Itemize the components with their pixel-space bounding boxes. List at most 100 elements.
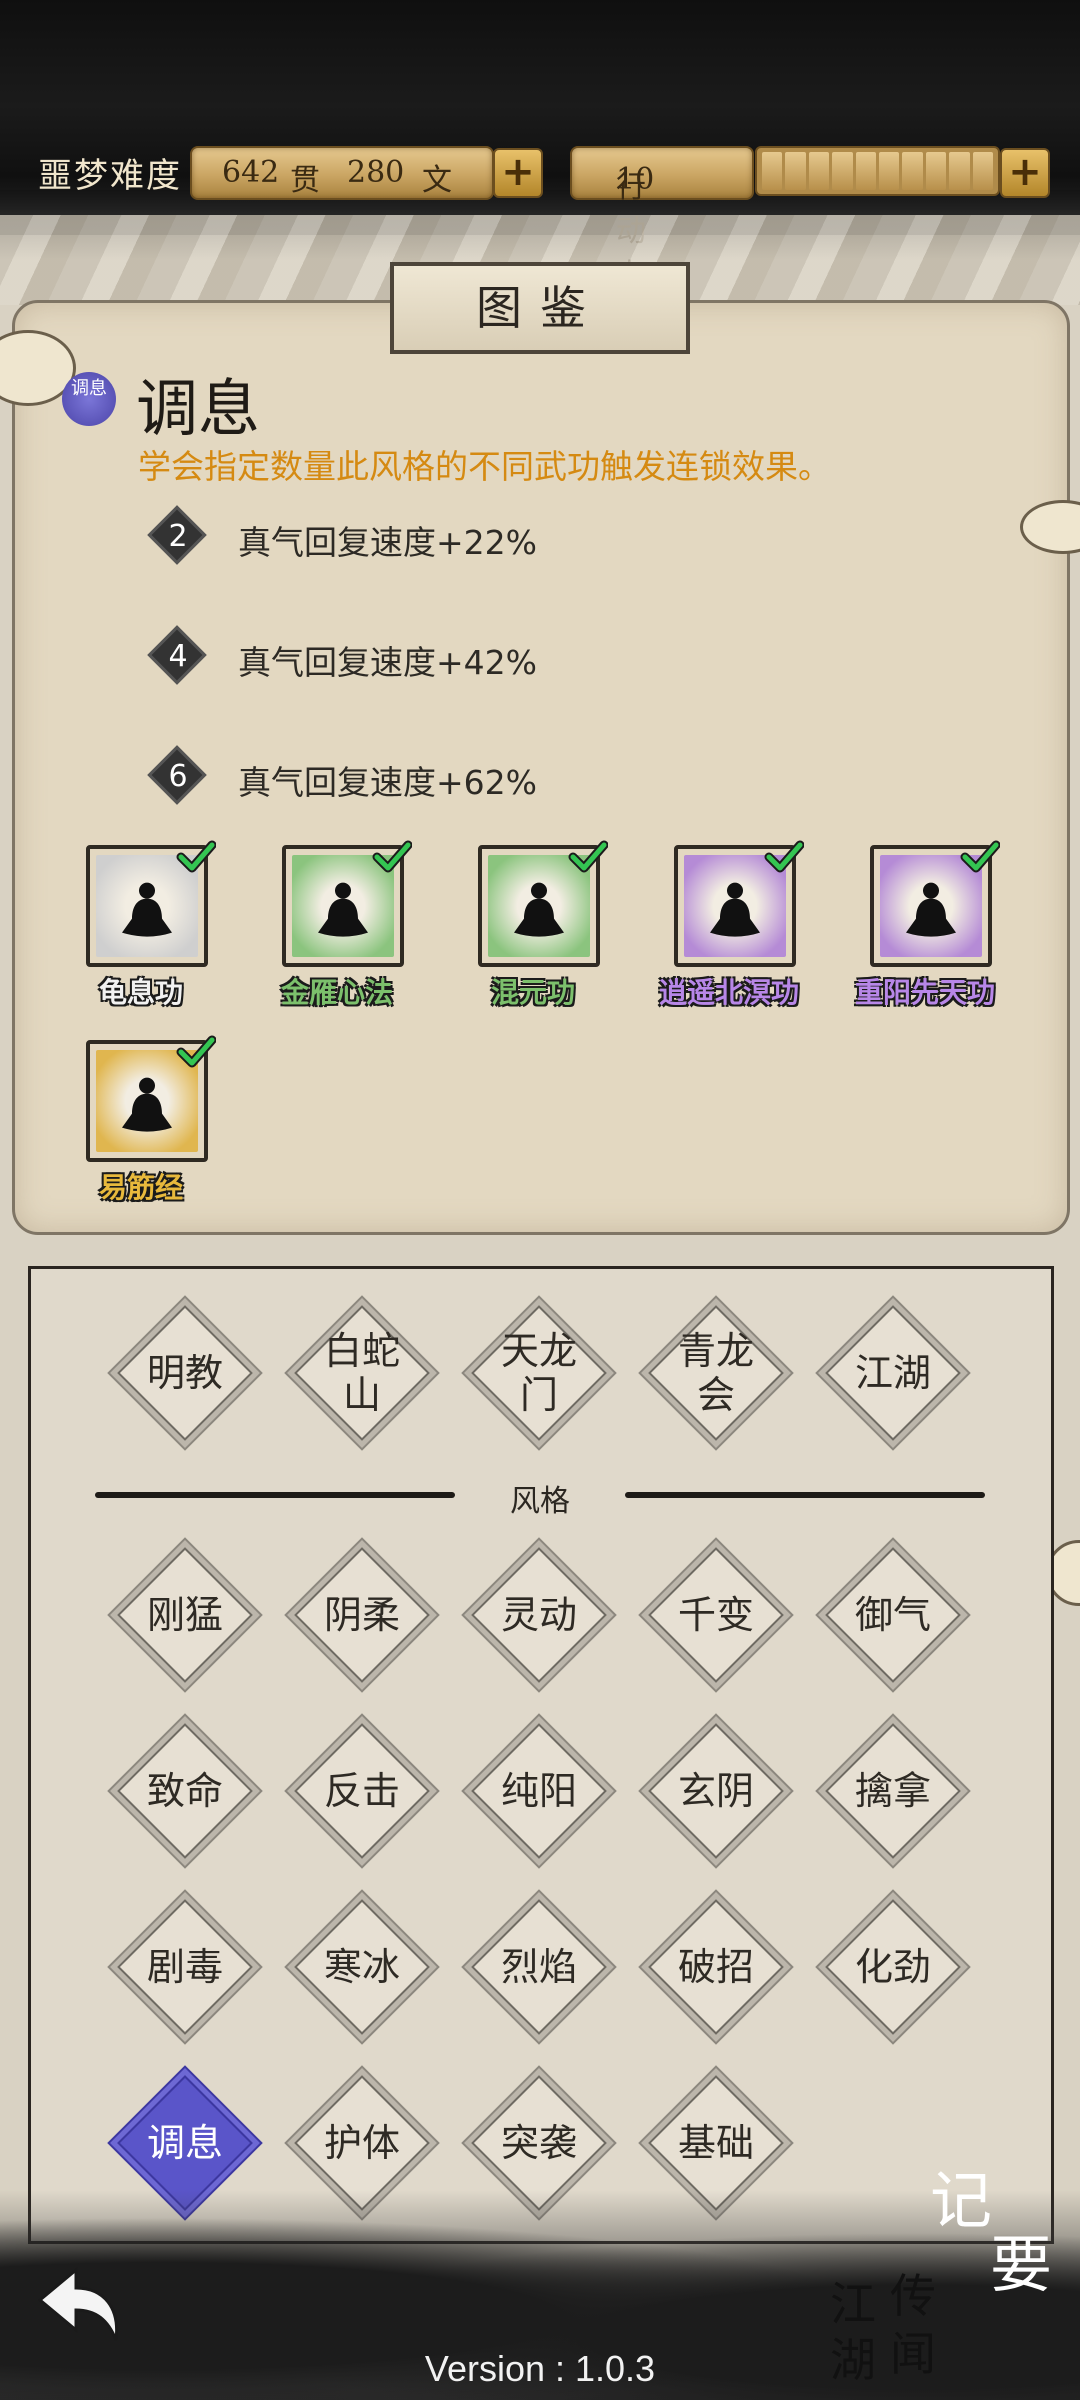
wen-unit: 文 [422, 163, 452, 198]
style-button-灵动[interactable]: 灵动 [464, 1540, 614, 1690]
faction-button-江湖[interactable]: 江湖 [818, 1298, 968, 1448]
style-label: 剧毒 [146, 1945, 223, 1989]
action-point-cell [949, 152, 970, 190]
skill-name: 逍遥北溟功 [658, 976, 799, 1009]
style-label: 灵动 [500, 1593, 577, 1637]
style-label: 烈焰 [500, 1945, 577, 1989]
style-label: 阴柔 [323, 1593, 400, 1637]
skill-card[interactable]: 重阳先天功 [850, 840, 1001, 1045]
back-arrow-icon[interactable] [28, 2248, 138, 2358]
action-value: 10 [616, 162, 655, 197]
style-button-剧毒[interactable]: 剧毒 [110, 1892, 260, 2042]
style-description: 学会指定数量此风格的不同武功触发连锁效果。 [138, 447, 831, 486]
learned-check-icon [176, 837, 217, 877]
style-label: 御气 [854, 1593, 931, 1637]
skill-card[interactable]: 逍遥北溟功 [654, 840, 805, 1045]
skill-name: 混元功 [490, 976, 575, 1009]
skill-card[interactable]: 金雁心法 [262, 840, 413, 1045]
tier-count: 4 [168, 639, 188, 674]
faction-label: 江湖 [854, 1351, 931, 1395]
style-button-反击[interactable]: 反击 [287, 1716, 437, 1866]
meditation-figure-icon [896, 877, 966, 947]
style-label: 擒拿 [854, 1769, 931, 1813]
faction-button-明教[interactable]: 明教 [110, 1298, 260, 1448]
action-point-cell [808, 152, 830, 190]
faction-label: 青龙会 [677, 1329, 754, 1417]
faction-button-青龙会[interactable]: 青龙会 [641, 1298, 791, 1448]
skill-card[interactable]: 易筋经 [66, 1035, 217, 1240]
action-point-cell [785, 152, 806, 190]
skill-name: 龟息功 [98, 976, 183, 1009]
action-point-cell [855, 152, 877, 190]
style-button-阴柔[interactable]: 阴柔 [287, 1540, 437, 1690]
action-point-cell [972, 152, 994, 190]
style-button-破招[interactable]: 破招 [641, 1892, 791, 2042]
style-button-纯阳[interactable]: 纯阳 [464, 1716, 614, 1866]
tier-effect: 真气回复速度+22% [238, 523, 537, 562]
learned-check-icon [764, 837, 805, 877]
tier-effect: 真气回复速度+62% [238, 763, 537, 802]
guan-unit: 贯 [290, 163, 320, 198]
meditation-figure-icon [504, 877, 574, 947]
faction-button-天龙门[interactable]: 天龙门 [464, 1298, 614, 1448]
style-label: 反击 [323, 1769, 400, 1813]
skill-card[interactable]: 龟息功 [66, 840, 217, 1045]
faction-label: 明教 [146, 1351, 223, 1395]
style-divider-label: 风格 [510, 1484, 570, 1519]
style-label: 寒冰 [323, 1945, 400, 1989]
tier-count: 6 [168, 759, 188, 794]
money-display: 642 贯 280 文 [190, 146, 494, 200]
action-point-cell [762, 152, 783, 190]
faction-label: 白蛇山 [323, 1329, 400, 1417]
jianghu-char-3: 传 [890, 2269, 936, 2323]
action-point-cell [879, 152, 900, 190]
tier-count: 2 [168, 519, 188, 554]
learned-check-icon [960, 837, 1001, 877]
skill-name: 金雁心法 [280, 976, 393, 1009]
skill-name: 易筋经 [98, 1171, 183, 1204]
style-label: 破招 [677, 1945, 754, 1989]
meditation-figure-icon [112, 1072, 182, 1142]
guan-value: 642 [222, 155, 280, 190]
resource-bar: 噩梦难度 642 贯 280 文 + 行动力10 + [0, 140, 1080, 293]
skill-card[interactable]: 混元功 [458, 840, 609, 1045]
style-button-擒拿[interactable]: 擒拿 [818, 1716, 968, 1866]
faction-button-白蛇山[interactable]: 白蛇山 [287, 1298, 437, 1448]
action-point-cell [925, 152, 947, 190]
style-button-御气[interactable]: 御气 [818, 1540, 968, 1690]
learned-check-icon [176, 1032, 217, 1072]
style-label: 千变 [677, 1593, 754, 1637]
learned-check-icon [372, 837, 413, 877]
style-button-寒冰[interactable]: 寒冰 [287, 1892, 437, 2042]
style-divider: 风格 [95, 1474, 985, 1519]
style-label: 致命 [146, 1769, 223, 1813]
style-button-化劲[interactable]: 化劲 [818, 1892, 968, 2042]
meditation-figure-icon [700, 877, 770, 947]
add-money-button[interactable]: + [493, 148, 543, 198]
difficulty-label: 噩梦难度 [38, 156, 182, 196]
style-title: 调息 [136, 372, 261, 445]
style-button-致命[interactable]: 致命 [110, 1716, 260, 1866]
faction-label: 天龙门 [500, 1329, 577, 1417]
jiyao-char-1: 记 [930, 2164, 993, 2237]
meditation-figure-icon [112, 877, 182, 947]
add-action-button[interactable]: + [1000, 148, 1050, 198]
tier-effect: 真气回复速度+42% [238, 643, 537, 682]
jiyao-char-2: 要 [990, 2228, 1053, 2301]
style-label: 纯阳 [500, 1769, 577, 1813]
action-points-display: 行动力10 [570, 146, 754, 293]
action-point-cell [832, 152, 853, 190]
skill-name: 重阳先天功 [854, 976, 995, 1009]
style-button-玄阴[interactable]: 玄阴 [641, 1716, 791, 1866]
learned-check-icon [568, 837, 609, 877]
style-button-刚猛[interactable]: 刚猛 [110, 1540, 260, 1690]
action-point-cell [902, 152, 923, 190]
meditation-figure-icon [308, 877, 378, 947]
version-label: Version : 1.0.3 [424, 2348, 656, 2389]
style-label: 化劲 [854, 1945, 931, 1989]
style-label: 刚猛 [146, 1593, 223, 1637]
style-badge-icon: 调息 [62, 372, 116, 426]
style-button-烈焰[interactable]: 烈焰 [464, 1892, 614, 2042]
style-button-千变[interactable]: 千变 [641, 1540, 791, 1690]
codex-title-tab: 图鉴 [390, 262, 690, 354]
